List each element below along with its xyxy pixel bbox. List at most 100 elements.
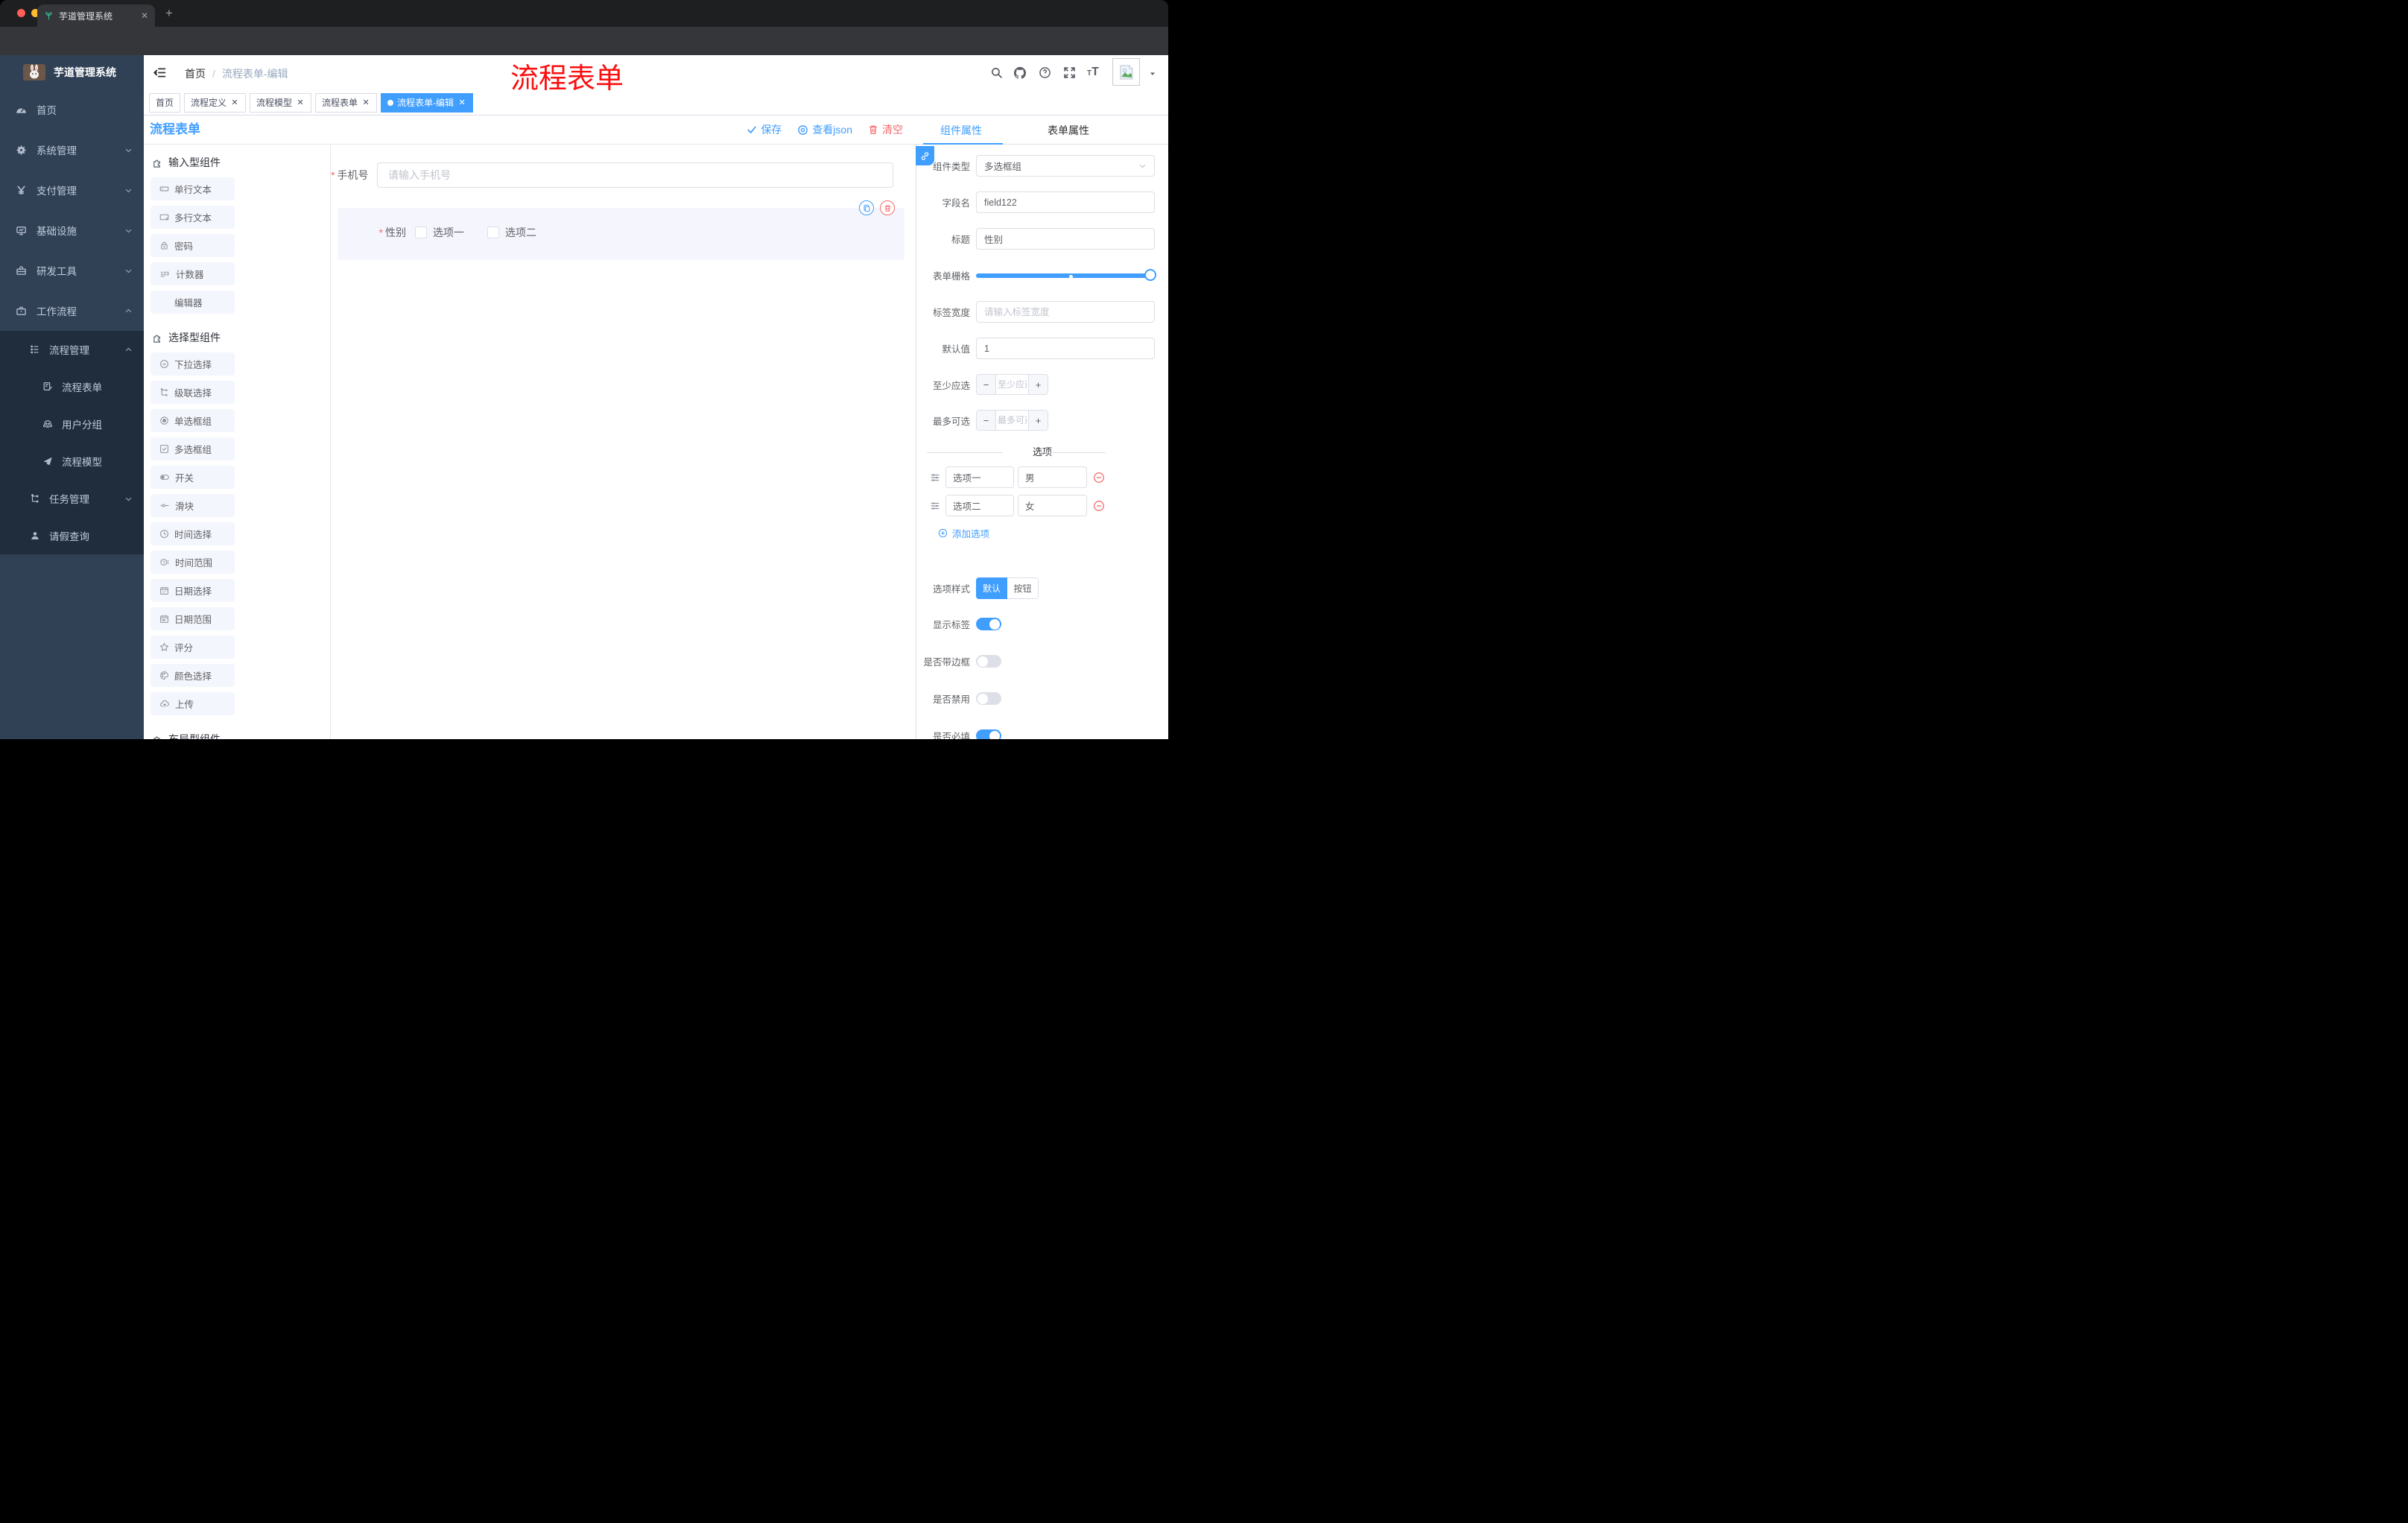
- option-value-input[interactable]: [1018, 466, 1087, 488]
- tag-process-form-edit[interactable]: 流程表单-编辑 ✕: [381, 92, 474, 113]
- component-item-upload[interactable]: 上传: [150, 692, 235, 715]
- component-item-radio-group[interactable]: 单选框组: [150, 409, 235, 432]
- increase-button[interactable]: +: [1029, 411, 1048, 430]
- sidebar-item-home[interactable]: 首页: [0, 89, 144, 130]
- option-value-input[interactable]: [1018, 495, 1087, 516]
- component-item-slider[interactable]: 滑块: [150, 494, 235, 517]
- clear-button[interactable]: 清空: [868, 122, 903, 137]
- tag-process-form[interactable]: 流程表单 ✕: [315, 92, 378, 113]
- form-canvas[interactable]: 手机号 性别 选项一 选项二: [331, 145, 916, 739]
- font-size-icon[interactable]: TT: [1087, 65, 1099, 81]
- default-value-input[interactable]: [976, 338, 1155, 359]
- save-button[interactable]: 保存: [747, 122, 782, 137]
- tag-process-definition[interactable]: 流程定义 ✕: [184, 92, 247, 113]
- component-item-password[interactable]: 密码: [150, 234, 235, 257]
- remove-option-button[interactable]: [1093, 500, 1105, 512]
- option-label-input[interactable]: [945, 466, 1014, 488]
- option-row-1: [930, 466, 1168, 488]
- component-item-counter[interactable]: 123 计数器: [150, 262, 235, 285]
- checkbox-unchecked-icon[interactable]: [415, 227, 427, 238]
- label-width-input[interactable]: [976, 301, 1155, 323]
- sidebar-item-system[interactable]: 系统管理: [0, 130, 144, 170]
- component-item-editor[interactable]: 编辑器: [150, 291, 235, 314]
- remove-option-button[interactable]: [1093, 472, 1105, 484]
- sidebar-logo[interactable]: 芋道管理系统: [0, 55, 144, 89]
- component-type-select[interactable]: 多选框组: [976, 155, 1155, 177]
- checkbox-unchecked-icon[interactable]: [487, 227, 499, 238]
- phone-field-row[interactable]: 手机号: [331, 162, 916, 188]
- github-icon[interactable]: [1013, 66, 1027, 80]
- sidebar-item-task-mgmt[interactable]: 任务管理: [0, 480, 144, 517]
- component-item-time-picker[interactable]: 时间选择: [150, 522, 235, 545]
- decrease-button[interactable]: −: [977, 375, 995, 394]
- sidebar-item-process-mgmt[interactable]: 流程管理: [0, 331, 144, 368]
- avatar-caret-icon[interactable]: [1149, 70, 1156, 77]
- sidebar-item-infra[interactable]: 基础设施: [0, 210, 144, 250]
- style-default-button[interactable]: 默认: [976, 577, 1007, 599]
- option-label-input[interactable]: [945, 495, 1014, 516]
- search-icon[interactable]: [990, 66, 1003, 79]
- disabled-toggle[interactable]: [976, 692, 1001, 705]
- sidebar-item-process-model[interactable]: 流程模型: [0, 443, 144, 480]
- close-tag-icon[interactable]: ✕: [296, 98, 305, 107]
- delete-component-button[interactable]: [880, 200, 895, 215]
- view-json-button[interactable]: 查看json: [797, 122, 852, 137]
- component-item-date-range[interactable]: 日期范围: [150, 607, 235, 630]
- tab-form-props[interactable]: 表单属性: [1027, 123, 1109, 138]
- component-item-color-picker[interactable]: 颜色选择: [150, 664, 235, 687]
- app-title: 芋道管理系统: [54, 66, 116, 78]
- new-tab-button[interactable]: +: [162, 6, 176, 20]
- avatar[interactable]: [1112, 58, 1140, 86]
- component-item-time-range[interactable]: 时间范围: [150, 551, 235, 574]
- link-toggle-tab[interactable]: [916, 146, 934, 165]
- component-item-switch[interactable]: 开关: [150, 466, 235, 489]
- close-window-button[interactable]: [17, 9, 25, 17]
- gender-field-selected-block[interactable]: 性别 选项一 选项二: [338, 200, 904, 260]
- tag-home[interactable]: 首页: [149, 92, 181, 113]
- component-item-multi-text[interactable]: 多行文本: [150, 206, 235, 229]
- form-grid-slider[interactable]: [976, 265, 1156, 286]
- drag-handle-icon[interactable]: [930, 472, 940, 483]
- field-name-input[interactable]: [976, 191, 1155, 213]
- add-option-button[interactable]: 添加选项: [938, 526, 1168, 540]
- copy-component-button[interactable]: [859, 200, 874, 215]
- component-item-date-picker[interactable]: 日期选择: [150, 579, 235, 602]
- show-label-toggle[interactable]: [976, 618, 1001, 630]
- sidebar-item-devtools[interactable]: 研发工具: [0, 250, 144, 291]
- slider-handle[interactable]: [1144, 269, 1156, 281]
- border-toggle[interactable]: [976, 655, 1001, 668]
- tag-process-model[interactable]: 流程模型 ✕: [250, 92, 312, 113]
- component-item-select[interactable]: 下拉选择: [150, 352, 235, 376]
- style-button-button[interactable]: 按钮: [1007, 577, 1039, 599]
- component-item-rate[interactable]: 评分: [150, 636, 235, 659]
- component-item-cascader[interactable]: 级联选择: [150, 381, 235, 404]
- max-select-input[interactable]: [995, 411, 1029, 430]
- drag-handle-icon[interactable]: [930, 501, 940, 511]
- gender-option-1[interactable]: 选项一: [415, 225, 464, 240]
- component-item-checkbox-group[interactable]: 多选框组: [150, 437, 235, 460]
- close-tag-icon[interactable]: ✕: [230, 98, 239, 107]
- min-select-input[interactable]: [995, 375, 1029, 394]
- decrease-button[interactable]: −: [977, 411, 995, 430]
- tab-component-props[interactable]: 组件属性: [920, 123, 1002, 138]
- increase-button[interactable]: +: [1029, 375, 1048, 394]
- sidebar-item-payment[interactable]: 支付管理: [0, 170, 144, 210]
- help-icon[interactable]: [1039, 66, 1051, 79]
- fullscreen-icon[interactable]: [1063, 66, 1076, 79]
- sidebar-item-user-group[interactable]: 用户分组: [0, 405, 144, 443]
- close-tag-icon[interactable]: ✕: [457, 98, 466, 107]
- sidebar-item-leave-query[interactable]: 请假查询: [0, 517, 144, 554]
- required-toggle[interactable]: [976, 729, 1001, 739]
- close-tab-icon[interactable]: ✕: [141, 10, 148, 21]
- browser-tab[interactable]: 芋道管理系统 ✕: [37, 4, 155, 27]
- title-input[interactable]: [976, 228, 1155, 250]
- component-item-single-text[interactable]: 单行文本: [150, 177, 235, 200]
- sidebar-item-workflow[interactable]: 工作流程: [0, 291, 144, 331]
- close-tag-icon[interactable]: ✕: [361, 98, 370, 107]
- sidebar-item-process-form[interactable]: 流程表单: [0, 368, 144, 405]
- breadcrumb-home[interactable]: 首页: [185, 66, 206, 81]
- gender-option-2[interactable]: 选项二: [487, 225, 536, 240]
- slider-track[interactable]: [976, 273, 1155, 278]
- phone-field-input[interactable]: [377, 162, 893, 188]
- collapse-sidebar-icon[interactable]: [153, 66, 166, 79]
